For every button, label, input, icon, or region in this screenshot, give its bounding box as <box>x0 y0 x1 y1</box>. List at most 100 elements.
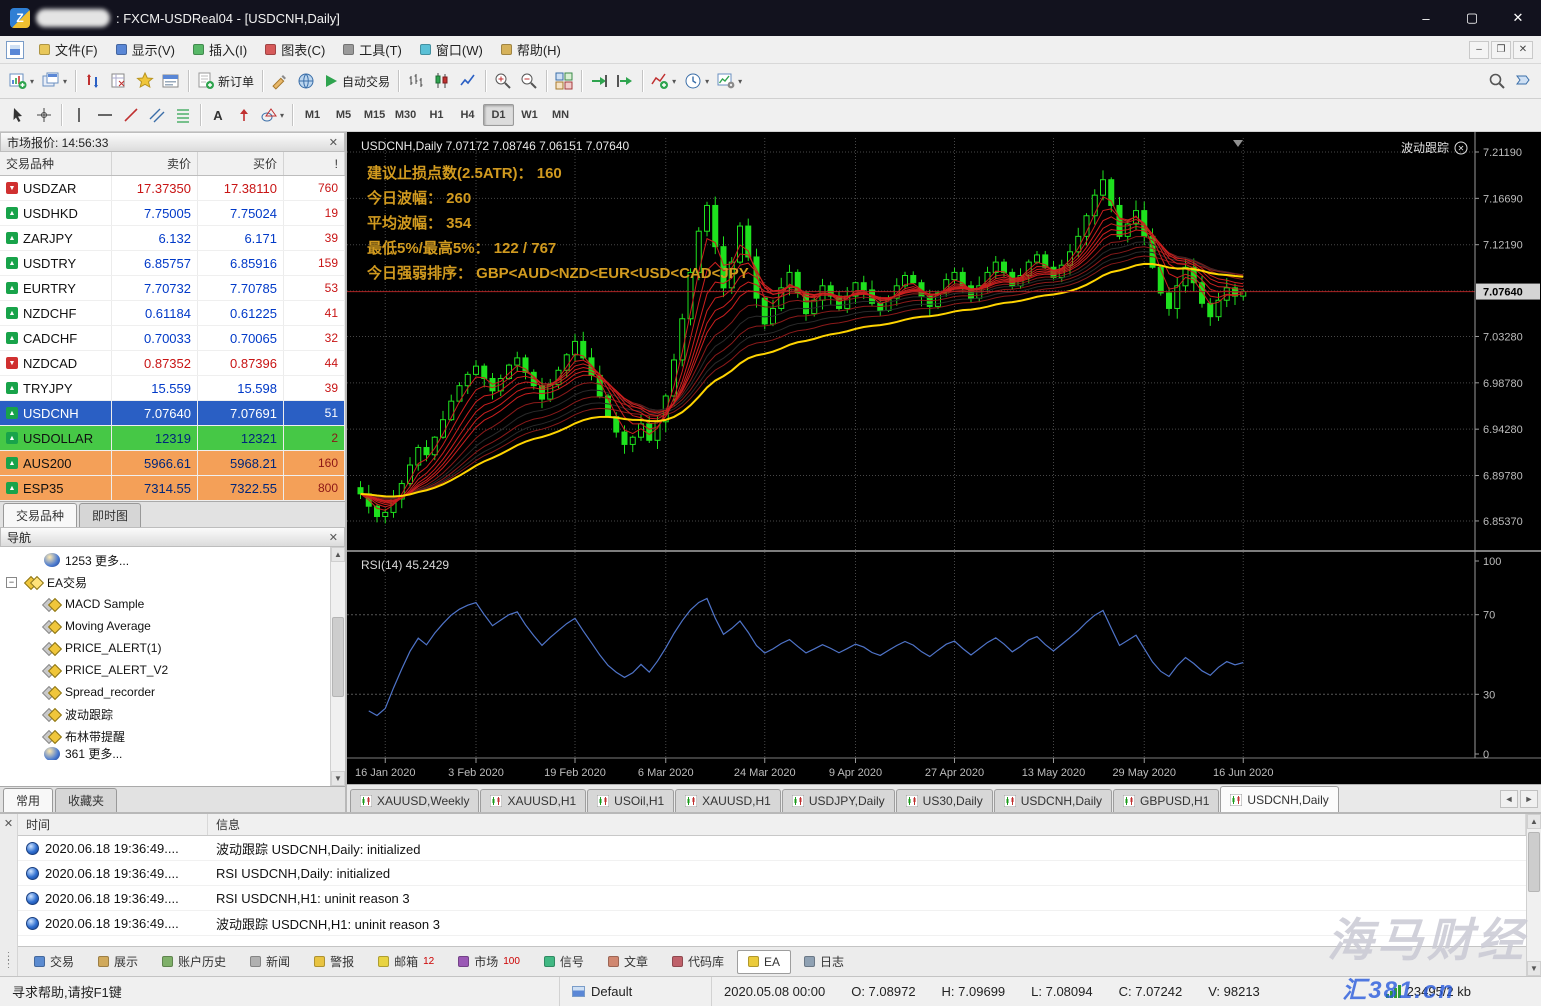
scroll-up-icon[interactable]: ▲ <box>331 547 345 562</box>
terminal-row[interactable]: 2020.06.18 19:36:49.... RSI USDCNH,Daily… <box>18 861 1526 886</box>
strategy-tester-button[interactable] <box>293 68 319 94</box>
navigator-item[interactable]: − EA交易 <box>0 571 345 593</box>
market-watch-tab[interactable]: 交易品种 <box>3 503 78 527</box>
market-watch-row[interactable]: TRYJPY 15.559 15.598 39 <box>0 376 345 401</box>
scrollbar-thumb[interactable] <box>1528 832 1540 892</box>
navigator-item[interactable]: − MACD Sample <box>0 593 345 615</box>
terminal-row[interactable]: 2020.06.18 19:36:49.... 波动跟踪 USDCNH,H1: … <box>18 911 1526 936</box>
zoom-in-button[interactable] <box>490 68 516 94</box>
menu-item[interactable]: 窗口(W) <box>411 36 492 63</box>
navigator-tab[interactable]: 收藏夹 <box>55 788 118 812</box>
timeframe-button[interactable]: MN <box>545 104 576 126</box>
market-watch-row[interactable]: EURTRY 7.70732 7.70785 53 <box>0 276 345 301</box>
text-tool-button[interactable]: A <box>205 102 231 128</box>
line-chart-type-button[interactable] <box>455 68 481 94</box>
menu-item[interactable]: 文件(F) <box>30 36 107 63</box>
chart-tab[interactable]: XAUUSD,H1 <box>480 789 587 812</box>
market-watch-row[interactable]: CADCHF 0.70033 0.70065 32 <box>0 326 345 351</box>
arrow-objects-button[interactable] <box>231 102 257 128</box>
profiles-button[interactable]: ▾ <box>38 68 71 94</box>
timeframe-button[interactable]: W1 <box>514 104 545 126</box>
tabs-scroll-right-icon[interactable]: ► <box>1520 789 1538 808</box>
terminal-tab[interactable]: 账户历史 <box>151 950 237 974</box>
terminal-tab[interactable]: 邮箱 12 <box>367 950 445 974</box>
new-chart-button[interactable]: ▾ <box>5 68 38 94</box>
column-symbol[interactable]: 交易品种 <box>0 152 112 175</box>
terminal-tab[interactable]: 代码库 <box>661 950 735 974</box>
navigator-item[interactable]: − 波动跟踪 <box>0 703 345 725</box>
terminal-tab[interactable]: 交易 <box>23 950 85 974</box>
status-profile[interactable]: Default <box>560 977 712 1006</box>
child-minimize-button[interactable]: – <box>1469 40 1489 59</box>
column-bid[interactable]: 卖价 <box>112 152 198 175</box>
market-watch-header[interactable]: 市场报价: 14:56:33 ✕ <box>0 132 345 152</box>
terminal-row[interactable]: 2020.06.18 19:36:49.... 波动跟踪 USDCNH,Dail… <box>18 836 1526 861</box>
terminal-row[interactable]: 2020.06.18 19:36:49.... RSI USDCNH,H1: u… <box>18 886 1526 911</box>
terminal-tab[interactable]: 日志 <box>793 950 855 974</box>
terminal-close-icon[interactable]: ✕ <box>4 817 13 830</box>
market-watch-row[interactable]: ESP35 7314.55 7322.55 800 <box>0 476 345 501</box>
chart-system-icon[interactable] <box>6 40 24 59</box>
vertical-line-tool-button[interactable] <box>66 102 92 128</box>
navigator-item[interactable]: − 1253 更多... <box>0 549 345 571</box>
navigator-item[interactable]: − 361 更多... <box>0 747 345 760</box>
chart-tab[interactable]: XAUUSD,H1 <box>675 789 781 812</box>
navigator-item[interactable]: − Spread_recorder <box>0 681 345 703</box>
terminal-tab[interactable]: 展示 <box>87 950 149 974</box>
timeframe-button[interactable]: M5 <box>328 104 359 126</box>
crosshair-tool-button[interactable] <box>31 102 57 128</box>
column-ask[interactable]: 买价 <box>198 152 284 175</box>
templates-button[interactable]: ▾ <box>713 68 746 94</box>
market-watch-row[interactable]: ZARJPY 6.132 6.171 39 <box>0 226 345 251</box>
menu-item[interactable]: 工具(T) <box>334 36 411 63</box>
timeframe-button[interactable]: M30 <box>390 104 421 126</box>
tile-windows-button[interactable] <box>551 68 577 94</box>
chart-tab[interactable]: XAUUSD,Weekly <box>350 789 480 812</box>
menu-item[interactable]: 显示(V) <box>107 36 184 63</box>
market-watch-row[interactable]: USDOLLAR 12319 12321 2 <box>0 426 345 451</box>
close-button[interactable]: ✕ <box>1495 0 1541 36</box>
chart-tab[interactable]: USOil,H1 <box>587 789 675 812</box>
horizontal-line-tool-button[interactable] <box>92 102 118 128</box>
bar-chart-type-button[interactable] <box>403 68 429 94</box>
zoom-out-button[interactable] <box>516 68 542 94</box>
minimize-button[interactable]: – <box>1403 0 1449 36</box>
tree-expander-icon[interactable]: − <box>6 576 17 588</box>
market-watch-row[interactable]: USDTRY 6.85757 6.85916 159 <box>0 251 345 276</box>
child-restore-button[interactable]: ❐ <box>1491 40 1511 59</box>
market-watch-tab[interactable]: 即时图 <box>79 503 142 527</box>
trendline-tool-button[interactable] <box>118 102 144 128</box>
column-time[interactable]: 时间 <box>18 814 208 835</box>
market-watch-row[interactable]: USDHKD 7.75005 7.75024 19 <box>0 201 345 226</box>
market-watch-close-icon[interactable]: ✕ <box>329 136 338 149</box>
market-watch-row[interactable]: NZDCAD 0.87352 0.87396 44 <box>0 351 345 376</box>
navigator-item[interactable]: − PRICE_ALERT(1) <box>0 637 345 659</box>
column-message[interactable]: 信息 <box>208 814 1526 835</box>
tabs-scroll-left-icon[interactable]: ◄ <box>1500 789 1518 808</box>
navigator-tab[interactable]: 常用 <box>3 788 54 812</box>
community-button[interactable] <box>1510 68 1536 94</box>
timeframe-button[interactable]: H4 <box>452 104 483 126</box>
menu-item[interactable]: 图表(C) <box>256 36 334 63</box>
terminal-scrollbar[interactable]: ▲ ▼ <box>1526 814 1541 976</box>
terminal-tab[interactable]: EA <box>736 949 791 974</box>
auto-scroll-button[interactable] <box>586 68 612 94</box>
terminal-dock-handle[interactable]: ⋮ ⋮ ⋮ <box>4 952 14 973</box>
terminal-tab[interactable]: 新闻 <box>239 950 301 974</box>
child-close-button[interactable]: ✕ <box>1513 40 1533 59</box>
chart-tab[interactable]: US30,Daily <box>895 789 993 812</box>
menu-item[interactable]: 插入(I) <box>184 36 256 63</box>
navigator-item[interactable]: − Moving Average <box>0 615 345 637</box>
periods-button[interactable]: ▾ <box>680 68 713 94</box>
timeframe-button[interactable]: M15 <box>359 104 390 126</box>
maximize-button[interactable]: ▢ <box>1449 0 1495 36</box>
terminal-tab[interactable]: 信号 <box>533 950 595 974</box>
column-spread[interactable]: ! <box>284 152 345 175</box>
terminal-tab[interactable]: 文章 <box>597 950 659 974</box>
menu-item[interactable]: 帮助(H) <box>492 36 570 63</box>
scrollbar-thumb[interactable] <box>332 617 344 697</box>
connection-status[interactable]: 23495/2 kb <box>1385 984 1471 999</box>
terminal-tab[interactable]: 警报 <box>303 950 365 974</box>
data-window-toggle-button[interactable] <box>106 68 132 94</box>
chart-tab[interactable]: GBPUSD,H1 <box>1113 789 1220 812</box>
